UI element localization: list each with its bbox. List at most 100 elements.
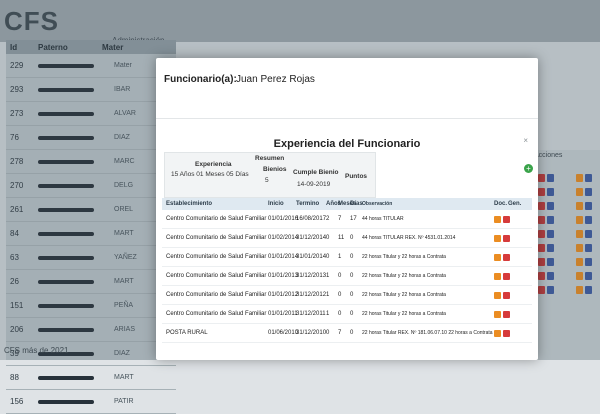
experience-table-header: Establecimiento Inicio Termino Años Mese… (162, 198, 532, 210)
row-buttons (494, 329, 510, 337)
resumen-bienios-header: Bienios (263, 166, 287, 173)
cell-anios: 1 (326, 292, 330, 298)
cell-dias: 0 (350, 311, 354, 317)
resumen-cumple-header: Cumple Bienio (293, 169, 339, 176)
cell-observacion: 22 horas Titular y 22 horas a Contrata (362, 254, 446, 260)
cell-meses: 7 (338, 330, 342, 336)
cell-establecimiento: Centro Comunitario de Salud Familiar (166, 216, 267, 222)
edit-icon[interactable] (494, 272, 501, 280)
funcionario-name: Juan Perez Rojas (236, 74, 315, 85)
cell-termino: 31/12/2010 (296, 330, 327, 336)
cell-establecimiento: Centro Comunitario de Salud Familiar (166, 292, 267, 298)
cell-meses: 11 (338, 235, 345, 241)
cell-meses: 0 (338, 273, 342, 279)
experience-row: Centro Comunitario de Salud Familiar 01/0… (162, 267, 532, 286)
cell-inicio: 01/06/2010 (268, 330, 299, 336)
cell-establecimiento: Centro Comunitario de Salud Familiar (166, 273, 267, 279)
cell-termino: 16/08/2017 (296, 216, 327, 222)
cell-dias: 0 (350, 292, 354, 298)
col-observacion: Observación (362, 201, 393, 207)
row-materno: MART (114, 374, 134, 381)
modal-header: Funcionario(a): Juan Perez Rojas (156, 58, 538, 119)
col-meses: Meses (338, 201, 357, 207)
row-buttons (494, 310, 510, 318)
experience-row: Centro Comunitario de Salud Familiar 01/0… (162, 286, 532, 305)
experience-row: POSTA RURAL 01/06/2010 31/12/2010 0 7 0 22 hor… (162, 324, 532, 343)
cell-establecimiento: Centro Comunitario de Salud Familiar (166, 254, 267, 260)
resumen-title: Resumen (255, 155, 285, 162)
resumen-bienios-value: 5 (265, 177, 269, 184)
background-table-row[interactable]: 156 PATIR (6, 390, 176, 414)
edit-icon[interactable] (494, 291, 501, 299)
cell-observacion: 22 horas Titular y 22 horas a Contrata (362, 273, 446, 279)
cell-anios: 0 (326, 235, 330, 241)
cell-establecimiento: Centro Comunitario de Salud Familiar (166, 235, 267, 241)
add-experience-button[interactable]: + (524, 164, 533, 173)
cell-termino: 31/01/2014 (296, 254, 327, 260)
cell-observacion: 22 horas Titular y 22 horas a Contrata (362, 292, 446, 298)
cell-termino: 31/12/2014 (296, 235, 327, 241)
resumen-experiencia-value: 15 Años 01 Meses 05 Días (171, 171, 249, 178)
row-buttons (494, 234, 510, 242)
cell-anios: 1 (326, 311, 330, 317)
cell-dias: 0 (350, 273, 354, 279)
col-inicio: Inicio (268, 201, 284, 207)
experience-table: Establecimiento Inicio Termino Años Mese… (162, 198, 532, 343)
cell-anios: 1 (326, 273, 330, 279)
delete-icon[interactable] (503, 234, 510, 242)
redacted-name (38, 375, 94, 380)
cell-observacion: 44 horas TITULAR (362, 216, 404, 222)
col-gen: Gen. (508, 201, 522, 207)
row-id: 88 (10, 373, 19, 382)
row-materno: PATIR (114, 398, 134, 405)
cell-dias: 0 (350, 254, 354, 260)
edit-icon[interactable] (494, 253, 501, 261)
delete-icon[interactable] (503, 310, 510, 318)
resumen-experiencia-header: Experiencia (195, 161, 232, 168)
experience-row: Centro Comunitario de Salud Familiar 01/0… (162, 248, 532, 267)
edit-icon[interactable] (494, 234, 501, 242)
cell-inicio: 01/01/2016 (268, 216, 299, 222)
experience-row: Centro Comunitario de Salud Familiar 01/0… (162, 305, 532, 324)
cell-establecimiento: POSTA RURAL (166, 330, 208, 336)
col-dias: Días (350, 201, 363, 207)
cell-inicio: 01/02/2014 (268, 235, 299, 241)
edit-icon[interactable] (494, 310, 501, 318)
edit-icon[interactable] (494, 215, 501, 223)
cell-observacion: 44 horas TITULAR REX. Nº 4531.01.2014 (362, 235, 456, 241)
cell-observacion: 22 horas Titular y 22 horas a Contrata (362, 311, 446, 317)
col-establecimiento: Establecimiento (166, 201, 213, 207)
close-icon[interactable]: × (523, 136, 528, 145)
cell-termino: 31/12/2012 (296, 292, 327, 298)
experience-row: Centro Comunitario de Salud Familiar 01/0… (162, 210, 532, 229)
cell-dias: 0 (350, 330, 354, 336)
delete-icon[interactable] (503, 291, 510, 299)
cell-meses: 0 (338, 311, 342, 317)
resumen-puntos-header: Puntos (345, 173, 368, 180)
row-buttons (494, 272, 510, 280)
background-table-row[interactable]: 88 MART (6, 366, 176, 390)
cell-anios: 0 (326, 254, 330, 260)
resumen-cumple-value: 14-09-2019 (297, 181, 331, 188)
delete-icon[interactable] (503, 253, 510, 261)
delete-icon[interactable] (503, 215, 510, 223)
cell-termino: 31/12/2013 (296, 273, 327, 279)
cell-meses: 0 (338, 292, 342, 298)
cell-termino: 31/12/2011 (296, 311, 326, 317)
cell-inicio: 01/01/2013 (268, 273, 299, 279)
cell-anios: 2 (326, 216, 330, 222)
delete-icon[interactable] (503, 329, 510, 337)
cell-meses: 7 (338, 216, 342, 222)
cell-anios: 0 (326, 330, 330, 336)
col-anios: Años (326, 201, 341, 207)
cell-observacion: 22 horas Titular REX. Nº 181.06.07.10 22… (362, 330, 493, 336)
cell-inicio: 01/01/2011 (268, 311, 298, 317)
experience-row: Centro Comunitario de Salud Familiar 01/0… (162, 229, 532, 248)
edit-icon[interactable] (494, 329, 501, 337)
row-buttons (494, 253, 510, 261)
cell-dias: 17 (350, 216, 357, 222)
row-id: 156 (10, 397, 24, 406)
col-doc: Doc. (494, 201, 508, 207)
delete-icon[interactable] (503, 272, 510, 280)
funcionario-label: Funcionario(a): (164, 74, 237, 85)
